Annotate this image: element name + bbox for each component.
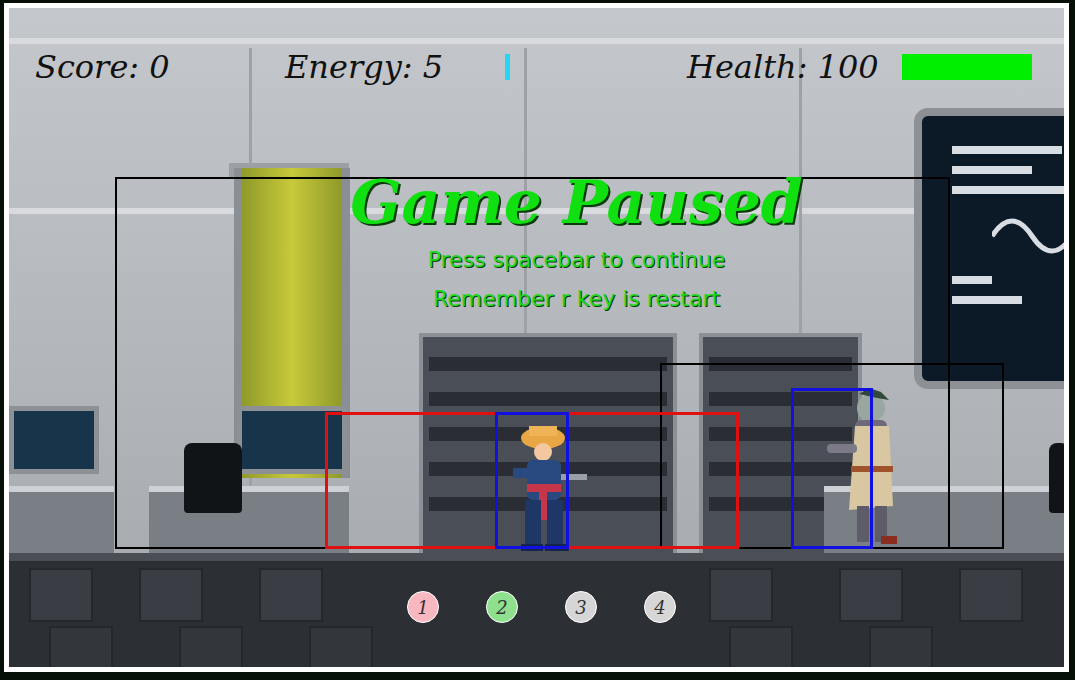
pause-overlay: Game Paused Press spacebar to continue Rem…	[9, 166, 1064, 316]
game-canvas[interactable]: Score: 0Energy: 5 Health: 100 Game Paused…	[4, 3, 1069, 672]
enemy-sprite	[819, 386, 909, 548]
player-sprite	[499, 418, 589, 553]
health-label: Health: 100	[687, 48, 902, 86]
health-track	[902, 54, 1032, 80]
ability-slot[interactable]: 4	[644, 591, 676, 623]
energy-fill	[505, 54, 510, 80]
slot-number: 2	[496, 597, 507, 618]
pause-title: Game Paused	[350, 166, 803, 238]
ability-slot[interactable]: 2	[486, 591, 518, 623]
enemy-hitbox	[791, 388, 873, 549]
ability-slots: 1 2 3 4	[407, 591, 676, 623]
pause-hint: Press spacebar to continue	[428, 242, 726, 277]
energy-track	[505, 54, 605, 80]
hud-bar: Score: 0Energy: 5 Health: 100	[9, 48, 1064, 86]
slot-number: 4	[654, 597, 665, 618]
slot-number: 1	[417, 597, 428, 618]
energy-label: Energy: 5	[285, 48, 505, 86]
ability-slot[interactable]: 3	[565, 591, 597, 623]
health-fill	[902, 54, 1032, 80]
player-hitbox	[495, 412, 569, 549]
pause-hint: Remember r key is restart	[433, 281, 720, 316]
ability-slot[interactable]: 1	[407, 591, 439, 623]
slot-number: 3	[575, 597, 586, 618]
score-label: Score: 0	[35, 48, 285, 86]
lab-background	[9, 8, 1064, 667]
